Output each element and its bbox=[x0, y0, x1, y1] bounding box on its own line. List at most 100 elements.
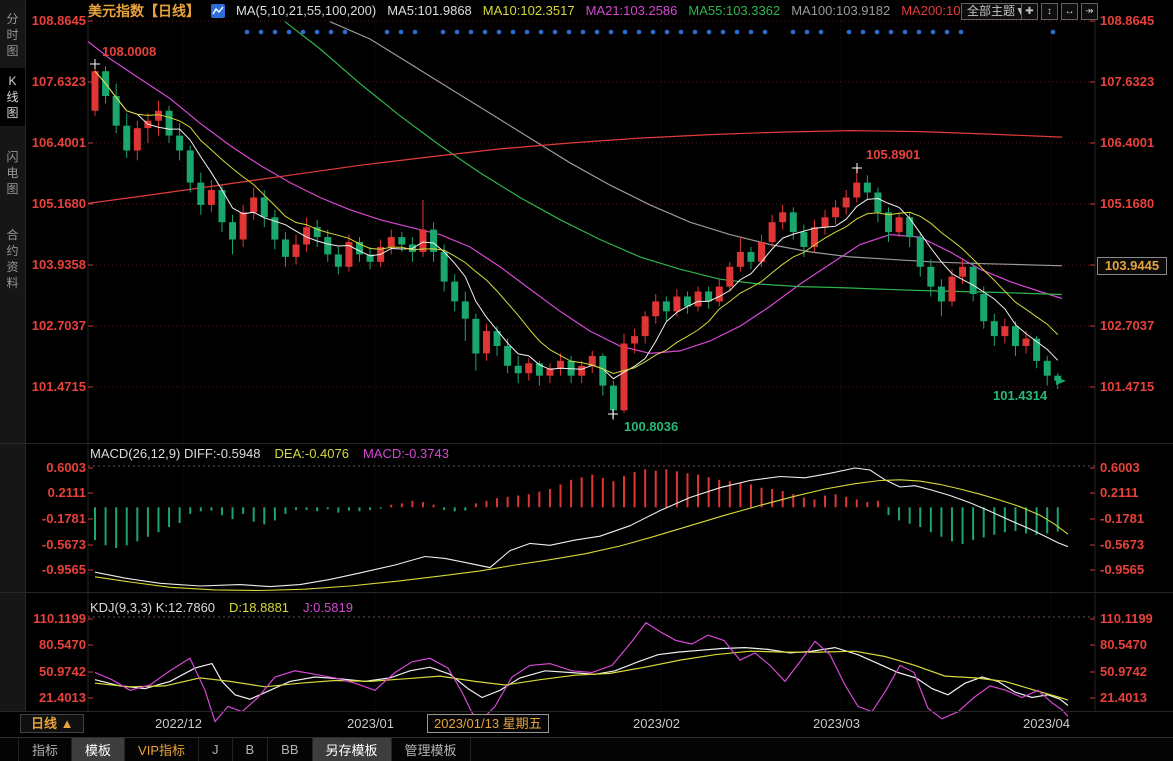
tab-indicators[interactable]: 指标 bbox=[18, 738, 72, 761]
event-dot[interactable] bbox=[273, 30, 278, 35]
axis-label: 80.5470 bbox=[1100, 637, 1170, 652]
axis-label: -0.9565 bbox=[22, 562, 86, 577]
axis-label: 108.8645 bbox=[22, 13, 86, 28]
event-dot[interactable] bbox=[567, 30, 572, 35]
event-dot[interactable] bbox=[511, 30, 516, 35]
chart-header: 美元指数【日线】 MA(5,10,21,55,100,200) MA5:101.… bbox=[88, 2, 993, 19]
event-dot[interactable] bbox=[329, 30, 334, 35]
axis-label: 102.7037 bbox=[22, 318, 86, 333]
event-dot[interactable] bbox=[483, 30, 488, 35]
axis-label: 107.6323 bbox=[1100, 74, 1170, 89]
event-dot[interactable] bbox=[441, 30, 446, 35]
event-dot[interactable] bbox=[637, 30, 642, 35]
tab-manage-templates[interactable]: 管理模板 bbox=[392, 738, 471, 761]
event-dot[interactable] bbox=[693, 30, 698, 35]
tab-save-template[interactable]: 另存模板 bbox=[313, 738, 392, 761]
event-dot[interactable] bbox=[609, 30, 614, 35]
axis-label: 101.4715 bbox=[1100, 379, 1170, 394]
ma21-value: MA21:103.2586 bbox=[586, 3, 678, 18]
axis-label: 0.2111 bbox=[1100, 485, 1170, 500]
event-dot[interactable] bbox=[581, 30, 586, 35]
event-dot[interactable] bbox=[245, 30, 250, 35]
axis-label: 103.9358 bbox=[22, 257, 86, 272]
axis-label: 106.4001 bbox=[1100, 135, 1170, 150]
sidebar-item-label: 合约资料 bbox=[6, 227, 19, 291]
axis-label: 21.4013 bbox=[1100, 690, 1170, 705]
event-dot[interactable] bbox=[623, 30, 628, 35]
tab-b[interactable]: B bbox=[233, 738, 269, 761]
event-dot[interactable] bbox=[763, 30, 768, 35]
event-dot[interactable] bbox=[287, 30, 292, 35]
price-annotation: 108.0008 bbox=[102, 44, 156, 59]
macd-panel-header: MACD(26,12,9) DIFF:-0.5948 DEA:-0.4076 M… bbox=[90, 446, 449, 461]
axis-label: 0.2111 bbox=[22, 485, 86, 500]
line-chart-icon bbox=[211, 4, 225, 18]
event-dot[interactable] bbox=[469, 30, 474, 35]
axis-label: 0.6003 bbox=[1100, 460, 1170, 475]
event-dot[interactable] bbox=[343, 30, 348, 35]
symbol-title: 美元指数【日线】 bbox=[88, 1, 200, 21]
event-dot[interactable] bbox=[861, 30, 866, 35]
sidebar-item-label: K线图 bbox=[6, 73, 19, 121]
kdj-j-value: J:0.5819 bbox=[303, 600, 353, 615]
event-dot[interactable] bbox=[455, 30, 460, 35]
event-dot[interactable] bbox=[385, 30, 390, 35]
event-dot[interactable] bbox=[707, 30, 712, 35]
event-dot[interactable] bbox=[525, 30, 530, 35]
axis-label: 105.1680 bbox=[1100, 196, 1170, 211]
ma5-value: MA5:101.9868 bbox=[387, 3, 472, 18]
event-dot[interactable] bbox=[819, 30, 824, 35]
axis-label: 105.1680 bbox=[22, 196, 86, 211]
event-dot[interactable] bbox=[945, 30, 950, 35]
event-dot[interactable] bbox=[805, 30, 810, 35]
event-dot[interactable] bbox=[553, 30, 558, 35]
event-dot[interactable] bbox=[735, 30, 740, 35]
price-annotation: 105.8901 bbox=[866, 147, 920, 162]
event-dot[interactable] bbox=[749, 30, 754, 35]
event-dot[interactable] bbox=[931, 30, 936, 35]
event-dot[interactable] bbox=[259, 30, 264, 35]
tab-j[interactable]: J bbox=[199, 738, 233, 761]
axis-label: 50.9742 bbox=[22, 664, 86, 679]
period-selector[interactable]: 日线 ▲ bbox=[20, 714, 84, 733]
sidebar-item-label: 分时图 bbox=[6, 11, 19, 59]
event-dot[interactable] bbox=[679, 30, 684, 35]
event-dot[interactable] bbox=[399, 30, 404, 35]
axis-label: -0.1781 bbox=[1100, 511, 1170, 526]
event-dot[interactable] bbox=[917, 30, 922, 35]
event-dot[interactable] bbox=[903, 30, 908, 35]
sidebar-item-flash-chart[interactable]: 闪电图 bbox=[0, 144, 25, 202]
tab-templates[interactable]: 模板 bbox=[72, 738, 125, 761]
event-dot[interactable] bbox=[875, 30, 880, 35]
chart-plot-area[interactable] bbox=[0, 0, 1173, 761]
event-dot[interactable] bbox=[889, 30, 894, 35]
event-dot[interactable] bbox=[301, 30, 306, 35]
event-dot[interactable] bbox=[721, 30, 726, 35]
event-dot[interactable] bbox=[539, 30, 544, 35]
ma100-value: MA100:103.9182 bbox=[791, 3, 890, 18]
scale-horizontal-icon[interactable]: ↔ bbox=[1061, 3, 1078, 20]
tab-vip-indicators[interactable]: VIP指标 bbox=[125, 738, 199, 761]
axis-label: 21.4013 bbox=[22, 690, 86, 705]
ma10-value: MA10:102.3517 bbox=[483, 3, 575, 18]
event-dot[interactable] bbox=[959, 30, 964, 35]
event-dot[interactable] bbox=[1051, 30, 1056, 35]
event-dot[interactable] bbox=[665, 30, 670, 35]
candlesticks bbox=[92, 64, 1062, 420]
event-dot[interactable] bbox=[791, 30, 796, 35]
event-dot[interactable] bbox=[497, 30, 502, 35]
axis-label: 110.1199 bbox=[1100, 611, 1170, 626]
scale-vertical-icon[interactable]: ↕ bbox=[1041, 3, 1058, 20]
event-dot[interactable] bbox=[315, 30, 320, 35]
shift-right-icon[interactable]: ↠ bbox=[1081, 3, 1098, 20]
event-dot[interactable] bbox=[847, 30, 852, 35]
pan-icon[interactable]: ✚ bbox=[1021, 3, 1038, 20]
event-dot[interactable] bbox=[413, 30, 418, 35]
left-sidebar: 分时图 K线图 闪电图 合约资料 bbox=[0, 0, 26, 711]
event-dot[interactable] bbox=[651, 30, 656, 35]
macd-title: MACD(26,12,9) DIFF:-0.5948 bbox=[90, 446, 261, 461]
axis-label: 106.4001 bbox=[22, 135, 86, 150]
tab-bb[interactable]: BB bbox=[268, 738, 312, 761]
event-dot[interactable] bbox=[595, 30, 600, 35]
axis-label: -0.1781 bbox=[22, 511, 86, 526]
